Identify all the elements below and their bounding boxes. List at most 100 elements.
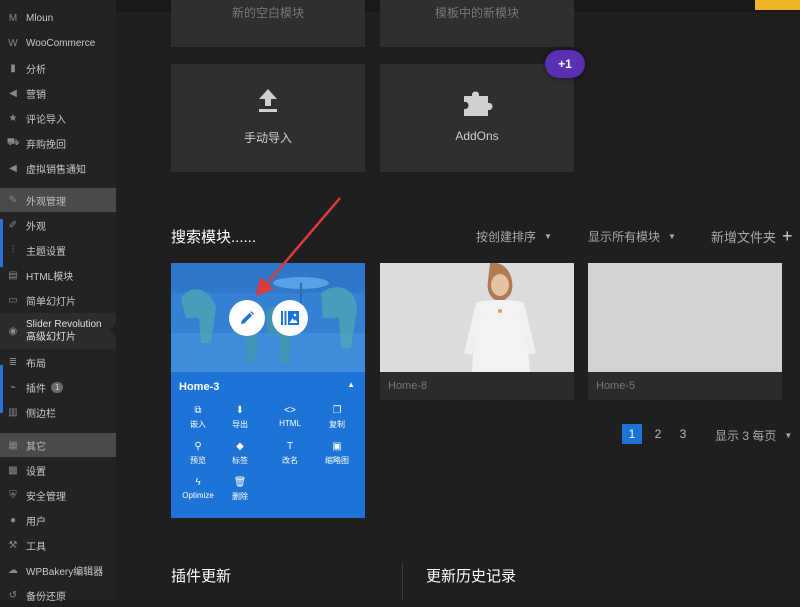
- divider: [402, 562, 403, 600]
- page-button[interactable]: 2: [648, 424, 668, 444]
- module-thumbnail[interactable]: [588, 263, 782, 372]
- module-action-text[interactable]: T 改名: [270, 441, 310, 466]
- sidebar-item-slider-revolution[interactable]: ◉ Slider Revolution 高级幻灯片: [0, 313, 116, 349]
- m-logo-icon: M: [8, 12, 18, 24]
- settings-icon: ▩: [8, 464, 18, 476]
- sidebar-item-label: 分析: [26, 64, 46, 76]
- per-page-label: 显示 3 每页: [715, 429, 777, 443]
- cloud-icon: ☁: [8, 564, 18, 576]
- sidebar-item-woocommerce[interactable]: W WooCommerce: [0, 31, 116, 55]
- sidebar-item-analytics[interactable]: ▮ 分析: [0, 56, 116, 80]
- filter-label: 显示所有模块: [588, 230, 661, 244]
- cart-icon: ⛟: [6, 136, 20, 148]
- bar-chart-icon: ▮: [10, 62, 16, 74]
- module-action-trash[interactable]: 🗑 删除: [220, 477, 260, 502]
- module-action-label: 嵌入: [190, 420, 206, 429]
- caret-down-icon: ▼: [544, 232, 552, 241]
- caret-up-icon[interactable]: ▲: [347, 380, 355, 389]
- edit-module-button[interactable]: [229, 300, 265, 336]
- new-blank-module-tile[interactable]: 新的空白模块: [171, 0, 365, 47]
- search-modules-title[interactable]: 搜索模块......: [171, 226, 256, 247]
- update-history-title: 更新历史记录: [426, 568, 517, 585]
- module-action-label: 复制: [329, 420, 345, 429]
- module-action-code[interactable]: <> HTML: [270, 405, 310, 428]
- sidebar-item-security[interactable]: ⛨ 安全管理: [0, 483, 116, 507]
- module-preview-image: [588, 263, 782, 372]
- sidebar-item-tools[interactable]: ⚒ 工具: [0, 533, 116, 557]
- copy-icon: ❐: [332, 405, 342, 416]
- embed-icon: ⧉: [194, 405, 202, 416]
- brush-icon: ✎: [8, 194, 18, 206]
- module-action-tag[interactable]: ◆ 标签: [220, 441, 260, 466]
- per-page-dropdown[interactable]: 显示 3 每页 ▼: [715, 427, 792, 444]
- pencil-icon: [241, 311, 254, 324]
- module-action-copy[interactable]: ❐ 复制: [317, 405, 357, 430]
- sidebar-item-label: 外观: [26, 221, 46, 233]
- module-action-search[interactable]: ⚲ 预览: [178, 441, 218, 466]
- sidebar-item-label: 虚拟销售通知: [26, 164, 86, 176]
- notice-button[interactable]: [755, 0, 800, 10]
- plus-icon: +: [782, 226, 793, 246]
- sidebar-item-label: 用户: [26, 516, 46, 528]
- page-button[interactable]: 3: [673, 424, 693, 444]
- page-button[interactable]: 1: [622, 424, 642, 444]
- sidebar-item-sidebars[interactable]: ▥ 侧边栏: [0, 400, 116, 424]
- sidebar-item-layout[interactable]: ≣ 布局: [0, 350, 116, 374]
- addons-update-badge[interactable]: +1: [545, 50, 585, 78]
- new-from-template-tile[interactable]: 模板中的新模块: [380, 0, 574, 47]
- plugin-updates-title: 插件更新: [171, 568, 232, 585]
- module-title[interactable]: Home-3: [179, 381, 219, 393]
- update-count-badge: 1: [51, 381, 64, 393]
- module-action-embed[interactable]: ⧉ 嵌入: [178, 405, 218, 430]
- module-action-bolt[interactable]: ϟ Optimize: [178, 477, 218, 500]
- manual-import-tile[interactable]: 手动导入: [171, 64, 365, 172]
- sidebar-item-appearance[interactable]: ✐ 外观: [0, 213, 116, 237]
- sidebar-item-marketing[interactable]: ◀ 营销: [0, 81, 116, 105]
- sidebar-item-label: 评论导入: [26, 114, 66, 126]
- sidebar-item-settings[interactable]: ▩ 设置: [0, 458, 116, 482]
- module-title: Home-8: [388, 380, 428, 392]
- sidebar-item-label: 外观管理: [26, 196, 66, 208]
- module-action-label: 改名: [282, 456, 298, 465]
- sidebar-item-label: 备份还原: [26, 591, 66, 603]
- sidebar-item-label: 侧边栏: [26, 408, 56, 420]
- module-action-image[interactable]: ▣ 缩略图: [317, 441, 357, 466]
- search-icon: ⚲: [194, 441, 202, 452]
- module-action-export[interactable]: ⬇ 导出: [220, 405, 260, 430]
- sidebar-item-label: 其它: [26, 441, 46, 453]
- sidebar-item-users[interactable]: ● 用户: [0, 508, 116, 532]
- filter-dropdown[interactable]: 显示所有模块 ▼: [588, 228, 676, 245]
- code-icon: <>: [284, 405, 296, 416]
- sidebar-item-review-import[interactable]: ★ 评论导入: [0, 106, 116, 130]
- new-folder-button[interactable]: 新增文件夹 +: [711, 226, 793, 247]
- module-action-label: 导出: [232, 420, 248, 429]
- sidebar-item-html-modules[interactable]: ▤ HTML模块: [0, 263, 116, 287]
- sort-dropdown[interactable]: 按创建排序 ▼: [476, 228, 552, 245]
- sidebar-item-backup[interactable]: ↺ 备份还原: [0, 583, 116, 607]
- paintbrush-icon: ✐: [8, 219, 18, 231]
- sidebar-item-label-wrap: Slider Revolution 高级幻灯片: [26, 318, 102, 344]
- module-action-label: 缩略图: [325, 456, 349, 465]
- module-thumbnail[interactable]: [380, 263, 574, 372]
- sidebar-item-theme-settings[interactable]: ⫶ 主题设置: [0, 238, 116, 262]
- module-footer[interactable]: Home-8: [380, 372, 574, 400]
- sidebar-item-simple-slider[interactable]: ▭ 简单幻灯片: [0, 288, 116, 312]
- admin-sidebar: M Mloun W WooCommerce ▮ 分析 ◀ 营销 ★ 评论导入 ⛟ 弃购挽回 ◀ 虚拟销售通…: [0, 0, 116, 603]
- sidebar-item-label: 弃购挽回: [26, 139, 66, 151]
- images-icon: [281, 311, 299, 325]
- module-preview-image: [380, 263, 574, 372]
- sidebar-item-abandoned-cart[interactable]: ⛟ 弃购挽回: [0, 131, 116, 155]
- sidebar-item-plugins[interactable]: ⌁ 插件 1: [0, 375, 116, 399]
- sidebar-item-fake-sales[interactable]: ◀ 虚拟销售通知: [0, 156, 116, 180]
- addons-tile[interactable]: AddOns: [380, 64, 574, 172]
- tile-label: 手动导入: [243, 131, 292, 145]
- module-footer[interactable]: Home-5: [588, 372, 782, 400]
- sidebar-section-appearance[interactable]: ✎ 外观管理: [0, 188, 116, 212]
- sidebar-section-other[interactable]: ▦ 其它: [0, 433, 116, 457]
- puzzle-icon: [464, 91, 493, 116]
- sidebar-item-wpbakery[interactable]: ☁ WPBakery编辑器: [0, 558, 116, 582]
- module-library-button[interactable]: [272, 300, 308, 336]
- image-icon: ▣: [332, 441, 342, 452]
- module-action-label: Optimize: [182, 491, 214, 500]
- sidebar-item-mloun[interactable]: M Mloun: [0, 6, 116, 30]
